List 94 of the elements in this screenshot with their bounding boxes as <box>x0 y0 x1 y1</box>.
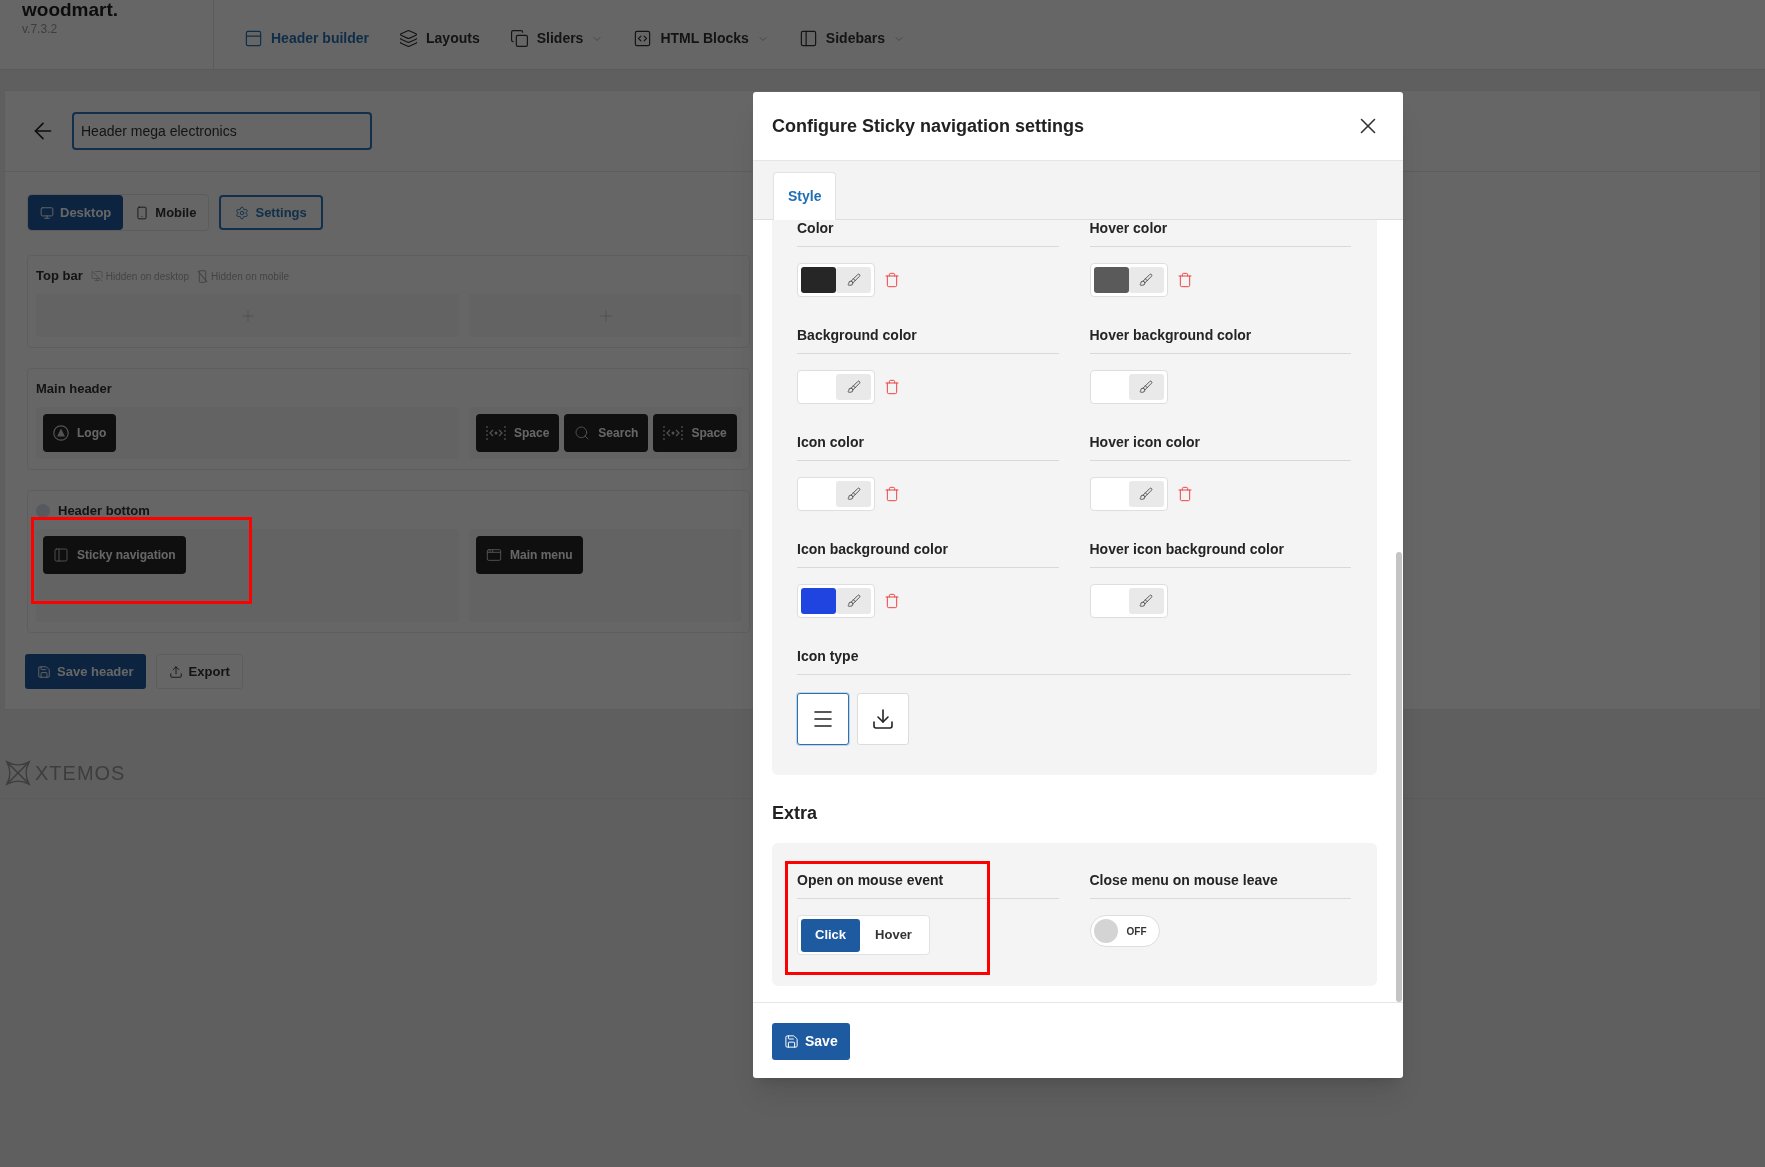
field-label: Color <box>797 220 834 236</box>
brush-button[interactable] <box>1128 374 1164 400</box>
stacked-squares-icon <box>509 29 529 48</box>
trash-icon <box>884 593 900 609</box>
brush-button[interactable] <box>836 374 871 400</box>
header-element[interactable]: Sticky navigation <box>43 536 186 574</box>
field-label: Hover icon color <box>1089 434 1200 450</box>
color-picker[interactable] <box>1089 477 1168 511</box>
dialog-title: Configure Sticky navigation settings <box>772 114 1085 138</box>
monitor-icon <box>40 205 54 220</box>
nav-tab[interactable]: Sidebars <box>798 28 905 49</box>
device-tab[interactable]: Desktop <box>28 195 124 230</box>
brush-button[interactable] <box>1128 588 1164 614</box>
segment-option[interactable]: Click <box>801 918 861 952</box>
field-label: Close menu on mouse leave <box>1089 872 1278 888</box>
upload-icon <box>168 664 183 679</box>
brush-button[interactable] <box>836 481 871 507</box>
header-element[interactable]: Space <box>653 414 737 452</box>
brush-icon <box>1139 594 1153 608</box>
clear-color-button[interactable] <box>884 486 900 502</box>
brush-icon <box>1139 273 1153 287</box>
field-label: Icon background color <box>797 541 948 557</box>
spacing-icon <box>486 425 506 441</box>
download-icon <box>871 707 895 731</box>
device-tab[interactable]: Mobile <box>123 195 209 230</box>
clear-color-button[interactable] <box>884 272 900 288</box>
color-picker[interactable] <box>797 477 875 511</box>
color-picker[interactable] <box>1089 263 1168 297</box>
sidebar-panel-icon <box>798 29 818 48</box>
browser-window-icon <box>244 29 263 48</box>
header-element[interactable]: Space <box>476 414 560 452</box>
save-button[interactable]: Save <box>772 1023 850 1060</box>
export-button[interactable]: Export <box>155 654 243 689</box>
header-element[interactable]: Logo <box>43 414 117 452</box>
field-label: Icon type <box>797 648 859 664</box>
toggle-switch[interactable]: OFF <box>1089 915 1160 947</box>
trash-icon <box>1176 272 1193 288</box>
trash-icon <box>884 379 900 395</box>
color-picker[interactable] <box>1089 584 1168 618</box>
brush-icon <box>846 380 861 394</box>
smartphone-icon <box>135 205 150 220</box>
clear-color-button[interactable] <box>1176 486 1193 502</box>
row-title: Main header <box>36 380 112 399</box>
clear-color-button[interactable] <box>884 379 900 395</box>
layers-icon <box>399 29 419 48</box>
trash-icon <box>884 486 900 502</box>
save-header-button[interactable]: Save header <box>25 654 146 689</box>
brush-icon <box>846 594 861 608</box>
settings-button[interactable]: Settings <box>219 195 323 230</box>
color-picker[interactable] <box>1089 370 1168 404</box>
brush-button[interactable] <box>1128 481 1164 507</box>
row-title: Header bottom <box>58 502 150 521</box>
field-label: Hover background color <box>1089 327 1252 343</box>
field-label: Background color <box>797 327 917 343</box>
field-label: Icon color <box>797 434 864 450</box>
clear-color-button[interactable] <box>884 593 900 609</box>
trash-icon <box>884 272 900 288</box>
brush-icon <box>1139 487 1153 501</box>
color-picker[interactable] <box>797 370 875 404</box>
spacing-icon <box>663 425 684 441</box>
nav-tab[interactable]: Layouts <box>399 28 480 49</box>
segment-option[interactable]: Hover <box>861 918 926 952</box>
field-label: Hover icon background color <box>1089 541 1284 557</box>
header-element[interactable]: Main menu <box>476 536 583 574</box>
header-name-field[interactable]: Header mega electronics <box>72 112 372 150</box>
section-heading: Extra <box>772 803 819 823</box>
row-title: Top bar <box>36 267 83 286</box>
header-element[interactable]: Search <box>564 414 649 452</box>
field-label: Hover color <box>1089 220 1168 236</box>
settings-icon <box>235 205 250 220</box>
dialog-tab[interactable]: Style <box>773 172 837 220</box>
nav-tab[interactable]: Sliders <box>509 28 604 49</box>
sidebar-panel-icon <box>53 547 69 563</box>
brand-mark-icon <box>5 760 31 786</box>
trash-icon <box>1176 486 1193 502</box>
code-square-icon <box>633 29 653 48</box>
search-icon <box>574 425 591 441</box>
brush-button[interactable] <box>836 588 871 614</box>
brush-icon <box>1139 380 1153 394</box>
nav-tab[interactable]: Header builder <box>244 28 370 49</box>
brush-icon <box>846 487 861 501</box>
icon-type-option[interactable] <box>797 693 849 745</box>
nav-tab[interactable]: HTML Blocks <box>633 28 769 49</box>
brand-logo: woodmart. <box>22 0 119 20</box>
color-picker[interactable] <box>797 584 875 618</box>
monitor-off-icon <box>90 270 103 282</box>
clear-color-button[interactable] <box>1176 272 1193 288</box>
phone-off-icon <box>197 269 209 283</box>
brush-icon <box>846 273 861 287</box>
scrollbar-thumb[interactable] <box>1396 552 1402 1002</box>
field-label: Open on mouse event <box>797 872 944 888</box>
window-icon <box>486 547 502 563</box>
color-picker[interactable] <box>797 263 875 297</box>
brush-button[interactable] <box>1128 267 1164 293</box>
